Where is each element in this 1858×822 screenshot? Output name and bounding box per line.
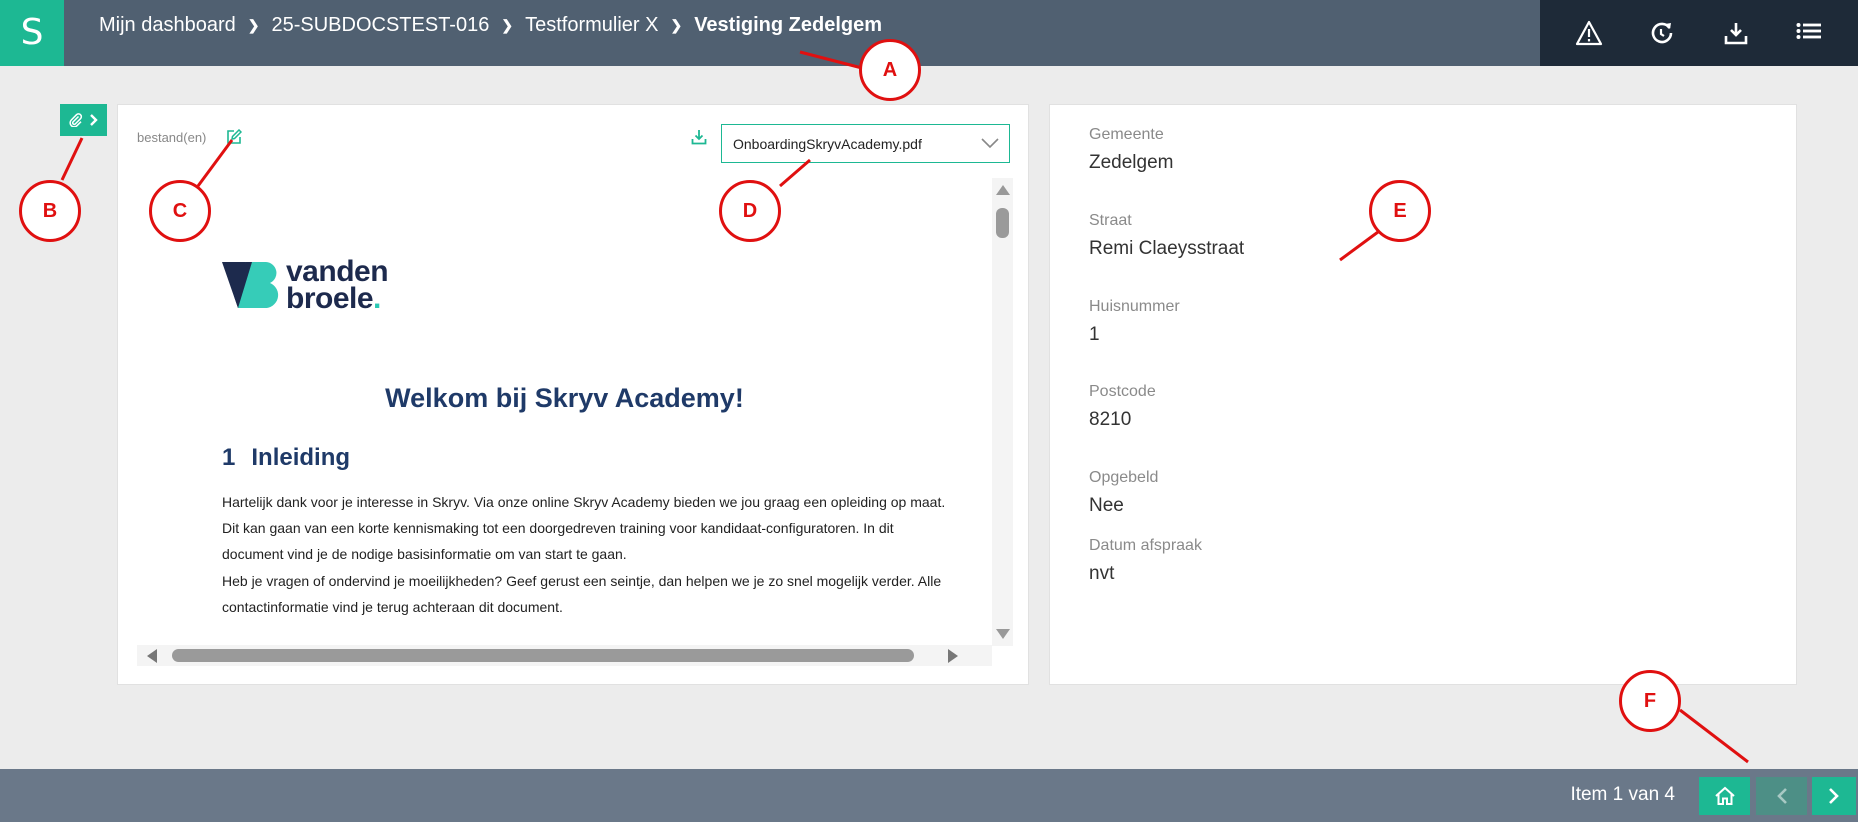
app-logo[interactable]: S xyxy=(0,0,64,66)
logo-line-2: broele xyxy=(286,282,374,315)
breadcrumb-separator-icon: ❯ xyxy=(670,16,683,33)
edit-icon[interactable] xyxy=(226,128,243,150)
bottom-bar: Item 1 van 4 xyxy=(0,769,1858,822)
field-value: Remi Claeysstraat xyxy=(1089,238,1245,259)
document-panel: bestand(en) OnboardingSkryvAcademy.pdf v… xyxy=(117,104,1029,685)
warning-icon[interactable] xyxy=(1569,13,1609,53)
download-icon[interactable] xyxy=(1716,13,1756,53)
logo-line-1: vanden xyxy=(286,255,389,288)
breadcrumb: Mijn dashboard ❯ 25-SUBDOCSTEST-016 ❯ Te… xyxy=(99,0,882,50)
annotation-marker-e: E xyxy=(1369,180,1431,242)
scroll-up-icon[interactable] xyxy=(996,185,1010,195)
field-gemeente: Gemeente Zedelgem xyxy=(1089,126,1174,174)
section-title: Inleiding xyxy=(251,444,351,471)
scroll-left-icon[interactable] xyxy=(147,649,157,663)
top-bar: S Mijn dashboard ❯ 25-SUBDOCSTEST-016 ❯ … xyxy=(0,0,1858,66)
field-opgebeld: Opgebeld Nee xyxy=(1089,469,1158,517)
file-select-value: OnboardingSkryvAcademy.pdf xyxy=(733,135,922,152)
file-select[interactable]: OnboardingSkryvAcademy.pdf xyxy=(721,124,1010,163)
document-section-heading: 1 Inleiding xyxy=(222,444,350,472)
logo-wordmark: vanden broele. xyxy=(286,255,389,315)
section-number: 1 xyxy=(222,444,236,471)
annotation-marker-b: B xyxy=(19,180,81,242)
scroll-down-icon[interactable] xyxy=(996,629,1010,639)
field-straat: Straat Remi Claeysstraat xyxy=(1089,212,1244,260)
document-title: Welkom bij Skryv Academy! xyxy=(385,383,744,413)
attachment-toggle-button[interactable] xyxy=(60,104,107,136)
files-label: bestand(en) xyxy=(137,130,207,145)
home-button[interactable] xyxy=(1699,777,1750,815)
document-paragraph: Hartelijk dank voor je interesse in Skry… xyxy=(222,494,946,562)
field-value: 8210 xyxy=(1089,409,1132,430)
breadcrumb-separator-icon: ❯ xyxy=(247,16,260,33)
horizontal-scroll-thumb[interactable] xyxy=(172,649,914,662)
annotation-line-f xyxy=(1679,708,1749,764)
breadcrumb-separator-icon: ❯ xyxy=(501,16,514,33)
chevron-left-icon xyxy=(1776,788,1787,804)
annotation-line-b xyxy=(60,137,84,181)
annotation-marker-c: C xyxy=(149,180,211,242)
annotation-marker-f: F xyxy=(1619,670,1681,732)
vertical-scrollbar[interactable] xyxy=(992,178,1013,646)
logo-dot: . xyxy=(373,282,381,315)
top-actions xyxy=(1540,0,1858,66)
vandenbroele-logo-mark xyxy=(222,262,279,309)
field-label: Huisnummer xyxy=(1089,298,1180,315)
annotation-marker-d: D xyxy=(719,180,781,242)
item-counter: Item 1 van 4 xyxy=(1570,784,1675,805)
field-value: nvt xyxy=(1089,563,1115,584)
field-postcode: Postcode 8210 xyxy=(1089,383,1156,431)
field-value: Nee xyxy=(1089,495,1124,516)
scroll-right-icon[interactable] xyxy=(948,649,958,663)
field-value: Zedelgem xyxy=(1089,152,1174,173)
breadcrumb-item-dashboard[interactable]: Mijn dashboard xyxy=(99,14,236,37)
field-label: Postcode xyxy=(1089,383,1156,400)
chevron-right-icon xyxy=(90,114,98,126)
home-icon xyxy=(1714,786,1735,805)
paperclip-icon xyxy=(69,113,83,127)
previous-item-button[interactable] xyxy=(1756,777,1807,815)
chevron-down-icon xyxy=(981,138,999,149)
vertical-scroll-thumb[interactable] xyxy=(996,208,1009,238)
field-datum-afspraak: Datum afspraak nvt xyxy=(1089,537,1202,585)
annotation-marker-a: A xyxy=(859,39,921,101)
field-label: Straat xyxy=(1089,212,1132,229)
vandenbroele-logo: vanden broele. xyxy=(222,255,389,315)
field-label: Opgebeld xyxy=(1089,469,1159,486)
horizontal-scrollbar[interactable] xyxy=(137,645,992,666)
file-download-icon[interactable] xyxy=(691,129,707,150)
pdf-page: vanden broele. Welkom bij Skryv Academy!… xyxy=(137,178,992,646)
refresh-icon[interactable] xyxy=(1642,13,1682,53)
next-item-button[interactable] xyxy=(1812,777,1856,815)
pdf-viewer[interactable]: vanden broele. Welkom bij Skryv Academy!… xyxy=(137,178,1013,666)
chevron-right-icon xyxy=(1829,788,1839,804)
breadcrumb-item-form[interactable]: Testformulier X xyxy=(525,14,658,37)
menu-icon[interactable] xyxy=(1789,13,1829,53)
field-label: Datum afspraak xyxy=(1089,537,1202,554)
breadcrumb-current: Vestiging Zedelgem xyxy=(694,13,883,36)
field-label: Gemeente xyxy=(1089,126,1164,143)
field-huisnummer: Huisnummer 1 xyxy=(1089,298,1180,346)
field-value: 1 xyxy=(1089,324,1100,345)
document-paragraph: Heb je vragen of ondervind je moeilijkhe… xyxy=(222,573,942,615)
breadcrumb-item-dossier[interactable]: 25-SUBDOCSTEST-016 xyxy=(271,14,489,37)
